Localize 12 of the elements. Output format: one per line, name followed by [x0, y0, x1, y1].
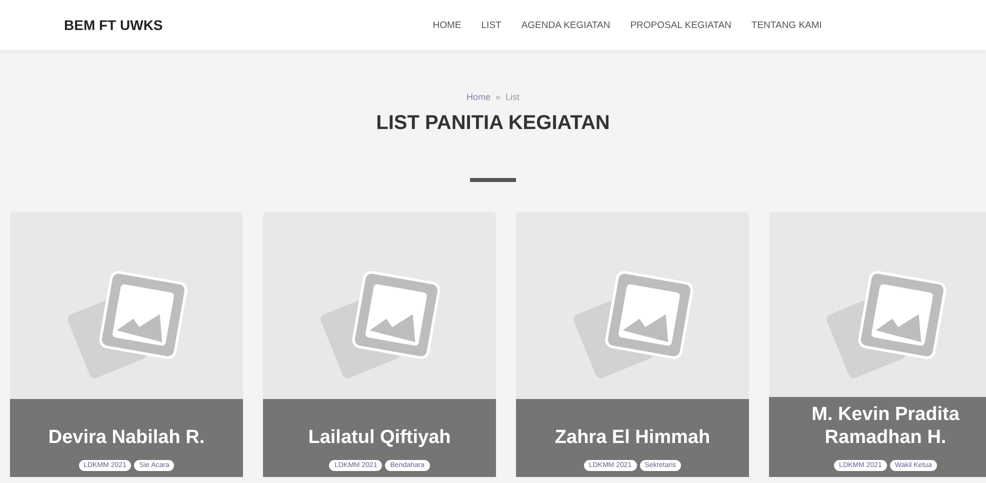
member-name: M. Kevin Pradita Ramadhan H.: [810, 402, 960, 450]
nav-link[interactable]: TENTANG KAMI: [751, 20, 822, 30]
member-name: Lailatul Qiftiyah: [308, 426, 451, 450]
brand-logo-text[interactable]: BEM FT UWKS: [64, 17, 163, 33]
member-name: Zahra El Himmah: [554, 426, 710, 450]
nav-link[interactable]: HOME: [432, 20, 462, 30]
nav-link[interactable]: LIST: [481, 20, 502, 30]
page-title: LIST PANITIA KEGIATAN: [376, 112, 610, 135]
nav-link[interactable]: PROPOSAL KEGIATAN: [630, 20, 732, 30]
member-name: Devira Nabilah R.: [48, 426, 205, 450]
nav-link[interactable]: AGENDA KEGIATAN: [521, 20, 610, 30]
breadcrumb-separator: »: [495, 92, 500, 102]
